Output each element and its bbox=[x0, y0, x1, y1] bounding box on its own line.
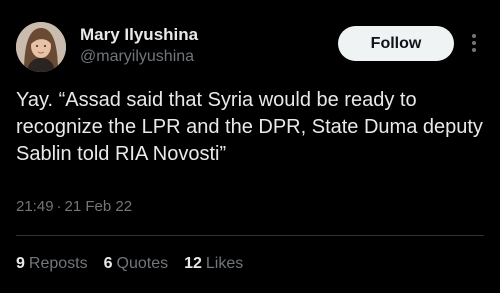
likes-label: Likes bbox=[205, 255, 244, 272]
more-vertical-icon[interactable] bbox=[464, 30, 484, 56]
reposts-stat[interactable]: 9 Reposts bbox=[16, 255, 88, 273]
quotes-stat[interactable]: 6 Quotes bbox=[104, 255, 169, 273]
avatar[interactable] bbox=[16, 22, 66, 72]
timestamp[interactable]: 21:49 · 21 Feb 22 bbox=[16, 198, 132, 215]
date-separator: · bbox=[56, 198, 62, 215]
follow-button[interactable]: Follow bbox=[338, 26, 454, 61]
tweet-time[interactable]: 21:49 bbox=[16, 198, 54, 215]
engagement-stats: 9 Reposts 6 Quotes 12 Likes bbox=[16, 255, 243, 273]
likes-stat[interactable]: 12 Likes bbox=[184, 255, 243, 273]
quotes-count: 6 bbox=[103, 255, 113, 272]
divider bbox=[16, 235, 484, 236]
likes-count: 12 bbox=[184, 255, 202, 272]
reposts-label: Reposts bbox=[28, 255, 88, 272]
tweet-date[interactable]: 21 Feb 22 bbox=[65, 198, 133, 215]
author-handle[interactable]: @maryilyushina bbox=[80, 48, 194, 66]
author-name[interactable]: Mary Ilyushina bbox=[80, 25, 198, 45]
quotes-label: Quotes bbox=[116, 255, 169, 272]
reposts-count: 9 bbox=[16, 255, 25, 272]
tweet-text: Yay. “Assad said that Syria would be rea… bbox=[16, 89, 483, 165]
